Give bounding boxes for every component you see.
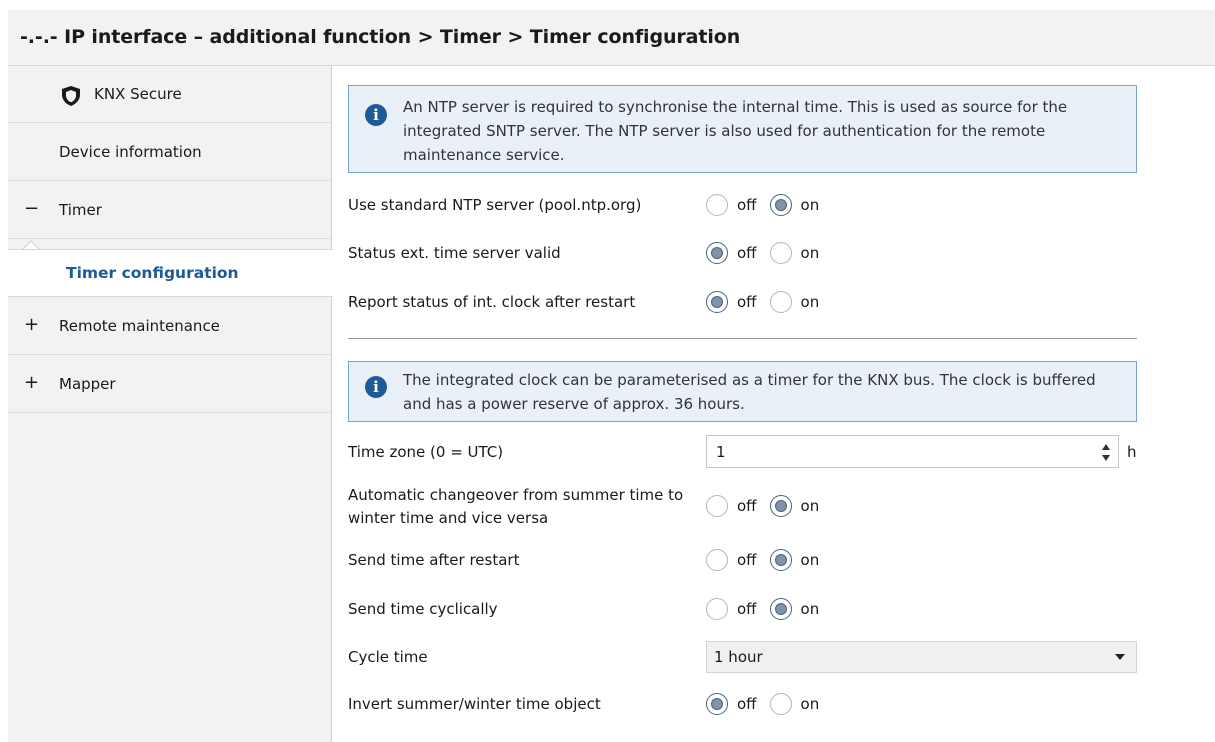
radio-off[interactable] [706, 549, 728, 571]
param-label: Time zone (0 = UTC) [348, 443, 504, 461]
status-ext-radio-group: off on [706, 241, 832, 265]
sidebar-item-mapper[interactable]: + Mapper [8, 356, 332, 413]
sidebar-item-label: Device information [59, 143, 202, 161]
radio-off-label: off [737, 497, 757, 515]
auto-changeover-radio-group: off on [706, 494, 832, 518]
cycle-time-select[interactable]: 1 hour [706, 641, 1137, 673]
invert-object-radio-group: off on [706, 692, 832, 716]
info-box-clock: i The integrated clock can be parameteri… [348, 361, 1137, 422]
time-zone-stepper[interactable]: 1 [706, 435, 1119, 468]
param-label: Cycle time [348, 648, 428, 666]
sidebar-item-device-information[interactable]: Device information [8, 124, 332, 181]
radio-off[interactable] [706, 242, 728, 264]
info-box-ntp: i An NTP server is required to synchroni… [348, 85, 1137, 173]
sidebar-item-label: Mapper [59, 375, 116, 393]
radio-on[interactable] [769, 291, 792, 313]
radio-off[interactable] [706, 598, 728, 620]
radio-off-label: off [737, 551, 757, 569]
sidebar-item-timer[interactable]: − Timer [8, 182, 332, 239]
chevron-down-icon[interactable] [1115, 654, 1125, 660]
radio-off-label: off [737, 196, 757, 214]
sidebar-item-label: Timer configuration [66, 264, 239, 282]
radio-off[interactable] [706, 693, 728, 715]
page-title: -.-.- IP interface – additional function… [20, 26, 741, 48]
sidebar-item-timer-configuration[interactable]: Timer configuration [8, 249, 333, 297]
info-icon: i [365, 104, 387, 126]
radio-off-label: off [737, 244, 757, 262]
radio-on[interactable] [769, 549, 792, 571]
ntp-server-radio-group: off on [706, 193, 832, 217]
param-label-line1: Automatic changeover from summer time to [348, 486, 684, 504]
radio-on-label: on [800, 196, 820, 214]
radio-on[interactable] [769, 194, 792, 216]
sidebar-item-knx-secure[interactable]: KNX Secure [8, 66, 332, 123]
radio-on-label: on [800, 551, 820, 569]
radio-off-label: off [737, 695, 757, 713]
radio-on-label: on [800, 695, 820, 713]
info-icon: i [365, 376, 387, 398]
sidebar-item-label: Timer [59, 201, 102, 219]
shield-icon [62, 86, 80, 106]
param-label: Use standard NTP server (pool.ntp.org) [348, 196, 642, 214]
radio-on[interactable] [769, 495, 792, 517]
sidebar-item-label: Remote maintenance [59, 317, 220, 335]
param-label: Invert summer/winter time object [348, 695, 601, 713]
send-after-restart-radio-group: off on [706, 548, 832, 572]
radio-on[interactable] [769, 598, 792, 620]
expand-icon[interactable]: + [24, 372, 39, 393]
info-text: The integrated clock can be parameterise… [403, 371, 1096, 413]
radio-off-label: off [737, 600, 757, 618]
unit-label: h [1127, 443, 1137, 461]
divider [348, 338, 1137, 339]
radio-off[interactable] [706, 194, 728, 216]
sidebar-item-remote-maintenance[interactable]: + Remote maintenance [8, 298, 332, 355]
radio-off[interactable] [706, 291, 728, 313]
radio-on-label: on [800, 244, 820, 262]
param-label: Status ext. time server valid [348, 244, 561, 262]
cycle-time-value: 1 hour [714, 648, 763, 666]
radio-on[interactable] [769, 242, 792, 264]
radio-on[interactable] [769, 693, 792, 715]
radio-on-label: on [800, 293, 820, 311]
param-label: Send time after restart [348, 551, 520, 569]
param-label: Send time cyclically [348, 600, 498, 618]
sidebar-item-label: KNX Secure [94, 85, 182, 103]
radio-off[interactable] [706, 495, 728, 517]
radio-on-label: on [800, 497, 820, 515]
param-label: Report status of int. clock after restar… [348, 293, 636, 311]
info-text: An NTP server is required to synchronise… [403, 98, 1068, 164]
decrement-arrow-icon[interactable] [1102, 455, 1110, 461]
radio-off-label: off [737, 293, 757, 311]
report-status-radio-group: off on [706, 290, 832, 314]
time-zone-value[interactable]: 1 [716, 443, 726, 461]
increment-arrow-icon[interactable] [1102, 444, 1110, 450]
param-label-line2: winter time and vice versa [348, 509, 549, 527]
radio-on-label: on [800, 600, 820, 618]
expand-icon[interactable]: + [24, 314, 39, 335]
sidebar: KNX Secure Device information − Timer + … [8, 66, 332, 742]
send-cyclically-radio-group: off on [706, 597, 832, 621]
breadcrumb-header: -.-.- IP interface – additional function… [8, 10, 1215, 66]
collapse-icon[interactable]: − [24, 198, 39, 219]
